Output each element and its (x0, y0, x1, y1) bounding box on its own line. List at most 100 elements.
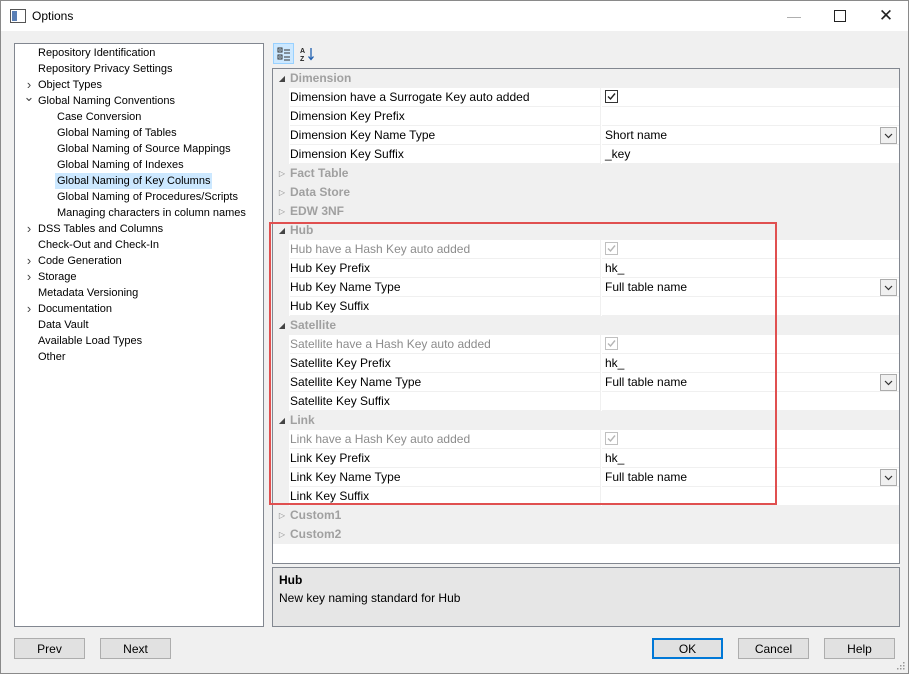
chevron-right-icon[interactable]: › (23, 221, 35, 237)
resize-grip-icon[interactable] (895, 660, 905, 670)
help-button[interactable]: Help (824, 638, 895, 659)
property-row-hub-key-suffix[interactable]: Hub Key Suffix (273, 297, 899, 316)
property-value-input[interactable]: hk_ (602, 449, 899, 468)
tree-item-data-vault[interactable]: Data Vault (38, 317, 89, 333)
tree-item-case-conversion[interactable]: Case Conversion (57, 109, 141, 125)
chevron-right-icon[interactable]: › (23, 301, 35, 317)
tree-item-repository-privacy-settings[interactable]: Repository Privacy Settings (38, 61, 173, 77)
tree-item-repository-identification[interactable]: Repository Identification (38, 45, 155, 61)
tree-item-storage[interactable]: › Storage (27, 269, 77, 285)
cancel-button[interactable]: Cancel (738, 638, 809, 659)
property-value-input[interactable] (602, 107, 899, 126)
close-button[interactable]: ✕ (863, 1, 909, 31)
property-dropdown[interactable]: Full table name (602, 468, 899, 487)
chevron-down-icon[interactable] (880, 127, 897, 144)
property-row-dimension-key-name-type[interactable]: Dimension Key Name Type Short name (273, 126, 899, 145)
category-label: Link (290, 413, 315, 427)
collapse-icon[interactable]: ◢ (277, 224, 287, 237)
ok-button[interactable]: OK (652, 638, 723, 659)
property-value-input[interactable]: hk_ (602, 354, 899, 373)
property-row-dimension-have-a-surrogate-key-auto-added[interactable]: Dimension have a Surrogate Key auto adde… (273, 88, 899, 107)
tree-item-global-naming-of-source-mappings[interactable]: Global Naming of Source Mappings (57, 141, 231, 157)
property-checkbox[interactable] (602, 88, 899, 107)
property-row-satellite-have-a-hash-key-auto-added[interactable]: Satellite have a Hash Key auto added (273, 335, 899, 354)
category-custom2[interactable]: ▷ Custom2 (273, 525, 899, 544)
property-row-hub-key-prefix[interactable]: Hub Key Prefix hk_ (273, 259, 899, 278)
expand-icon[interactable]: ▷ (277, 528, 287, 541)
property-value-input[interactable] (602, 487, 899, 506)
tree-item-code-generation[interactable]: › Code Generation (27, 253, 122, 269)
tree-item-global-naming-conventions[interactable]: ⌄ Global Naming Conventions (24, 89, 175, 109)
tree-item-metadata-versioning[interactable]: Metadata Versioning (38, 285, 138, 301)
options-window: Options — ✕ Repository Identification Rep… (0, 0, 909, 674)
tree-item-managing-characters-in-column-names[interactable]: Managing characters in column names (57, 205, 246, 221)
options-tree[interactable]: Repository Identification Repository Priv… (14, 43, 264, 627)
tree-item-global-naming-of-tables[interactable]: Global Naming of Tables (57, 125, 177, 141)
chevron-down-icon[interactable] (880, 469, 897, 486)
title-bar[interactable]: Options — ✕ (1, 1, 908, 31)
category-link[interactable]: ◢ Link (273, 411, 899, 430)
tree-item-documentation[interactable]: › Documentation (27, 301, 112, 317)
tree-item-other[interactable]: Other (38, 349, 66, 365)
property-row-link-key-prefix[interactable]: Link Key Prefix hk_ (273, 449, 899, 468)
chevron-right-icon[interactable]: › (23, 269, 35, 285)
expand-icon[interactable]: ▷ (277, 205, 287, 218)
chevron-right-icon[interactable]: › (23, 253, 35, 269)
property-value-input[interactable]: _key (602, 145, 899, 164)
category-satellite[interactable]: ◢ Satellite (273, 316, 899, 335)
property-row-link-key-name-type[interactable]: Link Key Name Type Full table name (273, 468, 899, 487)
property-row-satellite-key-prefix[interactable]: Satellite Key Prefix hk_ (273, 354, 899, 373)
category-hub[interactable]: ◢ Hub (273, 221, 899, 240)
category-fact-table[interactable]: ▷ Fact Table (273, 164, 899, 183)
property-dropdown[interactable]: Short name (602, 126, 899, 145)
property-dropdown[interactable]: Full table name (602, 373, 899, 392)
collapse-icon[interactable]: ◢ (277, 319, 287, 332)
property-row-satellite-key-suffix[interactable]: Satellite Key Suffix (273, 392, 899, 411)
property-checkbox[interactable] (602, 430, 899, 449)
property-checkbox[interactable] (602, 335, 899, 354)
category-custom1[interactable]: ▷ Custom1 (273, 506, 899, 525)
chevron-down-icon[interactable]: ⌄ (23, 89, 35, 105)
property-value-input[interactable] (602, 297, 899, 316)
chevron-down-icon[interactable] (880, 374, 897, 391)
row-gutter (273, 430, 289, 449)
property-grid[interactable]: ◢ Dimension Dimension have a Surrogate Key… (272, 68, 900, 564)
categorized-view-button[interactable] (273, 43, 294, 64)
expand-icon[interactable]: ▷ (277, 509, 287, 522)
property-checkbox[interactable] (602, 240, 899, 259)
category-data-store[interactable]: ▷ Data Store (273, 183, 899, 202)
property-value-input[interactable]: hk_ (602, 259, 899, 278)
category-edw-3nf[interactable]: ▷ EDW 3NF (273, 202, 899, 221)
tree-item-global-naming-of-key-columns[interactable]: Global Naming of Key Columns (55, 173, 213, 189)
alphabetical-sort-button[interactable]: A Z (296, 43, 317, 64)
collapse-icon[interactable]: ◢ (277, 72, 287, 85)
category-dimension[interactable]: ◢ Dimension (273, 69, 899, 88)
prev-button[interactable]: Prev (14, 638, 85, 659)
tree-item-dss-tables-and-columns[interactable]: › DSS Tables and Columns (27, 221, 163, 237)
minimize-button[interactable]: — (771, 1, 817, 31)
tree-item-global-naming-of-procedures-scripts[interactable]: Global Naming of Procedures/Scripts (57, 189, 238, 205)
property-row-dimension-key-prefix[interactable]: Dimension Key Prefix (273, 107, 899, 126)
expand-icon[interactable]: ▷ (277, 167, 287, 180)
maximize-button[interactable] (817, 1, 863, 31)
next-button[interactable]: Next (100, 638, 171, 659)
property-row-hub-have-a-hash-key-auto-added[interactable]: Hub have a Hash Key auto added (273, 240, 899, 259)
property-row-link-key-suffix[interactable]: Link Key Suffix (273, 487, 899, 506)
property-row-link-have-a-hash-key-auto-added[interactable]: Link have a Hash Key auto added (273, 430, 899, 449)
description-panel: Hub New key naming standard for Hub (272, 567, 900, 627)
checkbox-icon[interactable] (605, 90, 618, 103)
chevron-down-icon[interactable] (880, 279, 897, 296)
collapse-icon[interactable]: ◢ (277, 414, 287, 427)
tree-item-check-out-and-check-in[interactable]: Check-Out and Check-In (38, 237, 159, 253)
tree-item-available-load-types[interactable]: Available Load Types (38, 333, 142, 349)
tree-item-object-types[interactable]: › Object Types (27, 77, 102, 93)
property-name: Satellite Key Suffix (290, 392, 601, 411)
tree-item-global-naming-of-indexes[interactable]: Global Naming of Indexes (57, 157, 184, 173)
property-row-satellite-key-name-type[interactable]: Satellite Key Name Type Full table name (273, 373, 899, 392)
expand-icon[interactable]: ▷ (277, 186, 287, 199)
property-value-input[interactable] (602, 392, 899, 411)
property-dropdown[interactable]: Full table name (602, 278, 899, 297)
property-row-hub-key-name-type[interactable]: Hub Key Name Type Full table name (273, 278, 899, 297)
tree-item-label: Metadata Versioning (38, 287, 139, 299)
property-row-dimension-key-suffix[interactable]: Dimension Key Suffix _key (273, 145, 899, 164)
